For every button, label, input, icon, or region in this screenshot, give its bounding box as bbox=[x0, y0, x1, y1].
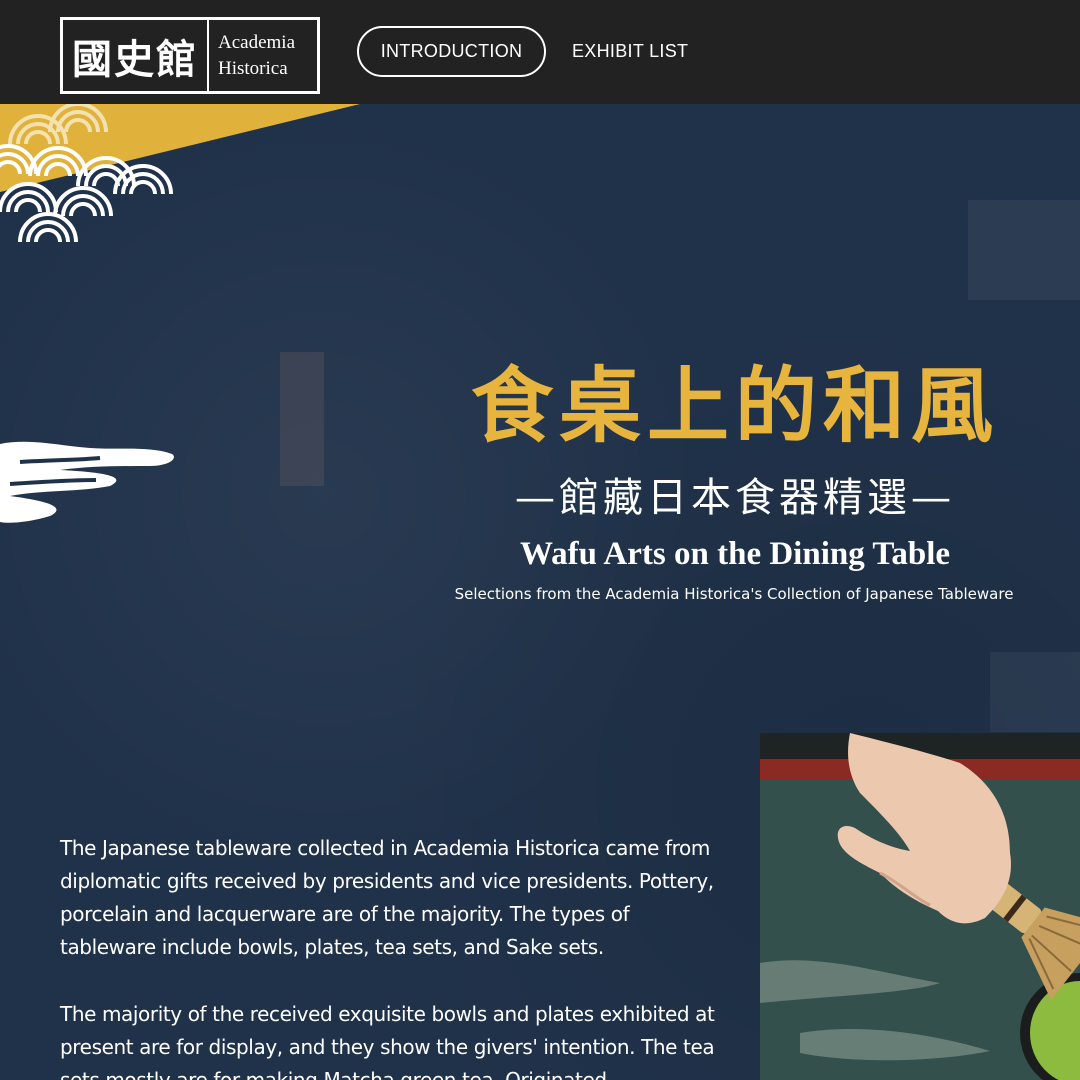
intro-paragraph-2: The majority of the received exquisite b… bbox=[60, 1002, 715, 1080]
hero-title-chinese: 食桌上的和風 bbox=[470, 358, 999, 454]
hero-title-english: Wafu Arts on the Dining Table bbox=[519, 536, 951, 572]
texture-patch bbox=[990, 652, 1080, 732]
nav-introduction-button[interactable]: INTRODUCTION bbox=[357, 26, 546, 77]
logo-en-line2: Historica bbox=[218, 57, 288, 79]
matcha-photo-illustration bbox=[760, 733, 1080, 1080]
matcha-whisk-photo bbox=[760, 733, 1080, 1080]
top-nav-bar: 國史館 Academia Historica INTRODUCTION EXHI… bbox=[0, 0, 1080, 104]
logo-en-line1: Academia bbox=[218, 31, 296, 53]
hero-subtitle-chinese: —館藏日本食器精選— bbox=[515, 475, 955, 521]
intro-paragraph-1: The Japanese tableware collected in Acad… bbox=[60, 836, 714, 959]
academia-historica-logo[interactable]: 國史館 Academia Historica bbox=[60, 17, 320, 94]
logo-chinese-text: 國史館 bbox=[63, 20, 209, 91]
cloud-icon bbox=[0, 441, 174, 523]
seigaiha-wave-icon bbox=[0, 104, 360, 243]
logo-english-text: Academia Historica bbox=[209, 20, 317, 91]
texture-patch bbox=[280, 352, 324, 486]
nav-exhibit-list-link[interactable]: EXHIBIT LIST bbox=[572, 26, 688, 77]
intro-text: The Japanese tableware collected in Acad… bbox=[60, 832, 720, 1080]
texture-patch bbox=[968, 200, 1080, 300]
hero-subtitle-english: Selections from the Academia Historica's… bbox=[454, 585, 1014, 603]
